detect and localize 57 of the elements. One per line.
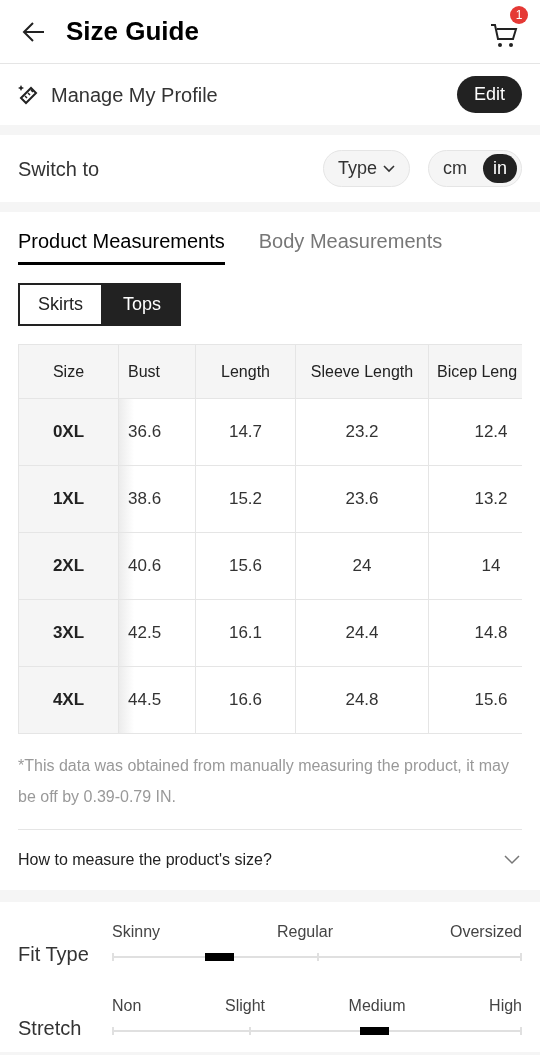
table-cell-text: 14.8 xyxy=(473,622,509,645)
tab[interactable]: Body Measurements xyxy=(258,226,443,265)
size-cell: 4XL xyxy=(19,667,119,733)
ruler-icon xyxy=(18,83,40,106)
table-cell-text: 14 xyxy=(480,555,502,578)
column-header: Bicep Leng xyxy=(436,361,519,382)
scale-option: High xyxy=(489,994,522,1018)
scale-label: Fit Type xyxy=(18,942,90,966)
scale-option: Non xyxy=(112,994,142,1018)
table-cell-text: 13.2 xyxy=(473,488,509,511)
category-tab[interactable]: Skirts xyxy=(18,283,103,326)
edit-button[interactable]: Edit xyxy=(456,76,522,113)
scale-option: Oversized xyxy=(449,920,522,944)
table-cell: 38.6 xyxy=(119,466,196,532)
cart-count-badge: 1 xyxy=(510,6,528,24)
table-cell: 36.6 xyxy=(119,399,196,465)
table-cell: 44.5 xyxy=(119,667,196,733)
size-cell: 1XL xyxy=(19,466,119,532)
cart-icon xyxy=(490,21,518,48)
chevron-down-icon xyxy=(504,855,520,865)
size-cell: 3XL xyxy=(19,600,119,666)
table-cell: 40.6 xyxy=(119,533,196,599)
table-cell-text: 15.6 xyxy=(473,689,509,712)
table-cell-text: 12.4 xyxy=(473,421,509,444)
column-header: Sleeve Length xyxy=(296,345,429,398)
measurement-note: *This data was obtained from manually measuring the product, it may be off by 0.39-0.79 IN. xyxy=(18,756,510,807)
table-cell: 16.6 xyxy=(196,667,296,733)
type-dropdown[interactable]: Type xyxy=(322,150,410,187)
unit-option[interactable]: cm xyxy=(433,154,477,183)
category-tab[interactable]: Tops xyxy=(103,283,182,326)
table-cell: 23.6 xyxy=(296,466,429,532)
unit-option[interactable]: in xyxy=(483,154,517,183)
table-cell: 16.1 xyxy=(196,600,296,666)
table-cell: 23.2 xyxy=(296,399,429,465)
chevron-down-icon xyxy=(383,164,395,173)
size-cell: 2XL xyxy=(19,533,119,599)
table-cell: 15.6 xyxy=(196,533,296,599)
table-cell: 14.7 xyxy=(196,399,296,465)
table-cell: 24 xyxy=(296,533,429,599)
scale-option: Regular xyxy=(277,920,333,944)
profile-label: Manage My Profile xyxy=(51,82,218,108)
table-cell: 24.4 xyxy=(296,600,429,666)
tab[interactable]: Product Measurements xyxy=(18,226,225,265)
scale-option: Skinny xyxy=(112,920,161,944)
page-title: Size Guide xyxy=(66,15,199,48)
column-header: Size xyxy=(19,345,119,398)
table-cell: 15.2 xyxy=(196,466,296,532)
table-cell: 42.5 xyxy=(119,600,196,666)
table-cell: 24.8 xyxy=(296,667,429,733)
size-cell: 0XL xyxy=(19,399,119,465)
scale-option: Slight xyxy=(224,994,265,1018)
scale-label: Stretch xyxy=(18,1016,83,1040)
column-header: Bust xyxy=(119,345,196,398)
column-header: Length xyxy=(196,345,296,398)
back-arrow-icon xyxy=(21,20,45,43)
switch-label: Switch to xyxy=(18,156,100,182)
scale-option: Medium xyxy=(348,994,406,1018)
